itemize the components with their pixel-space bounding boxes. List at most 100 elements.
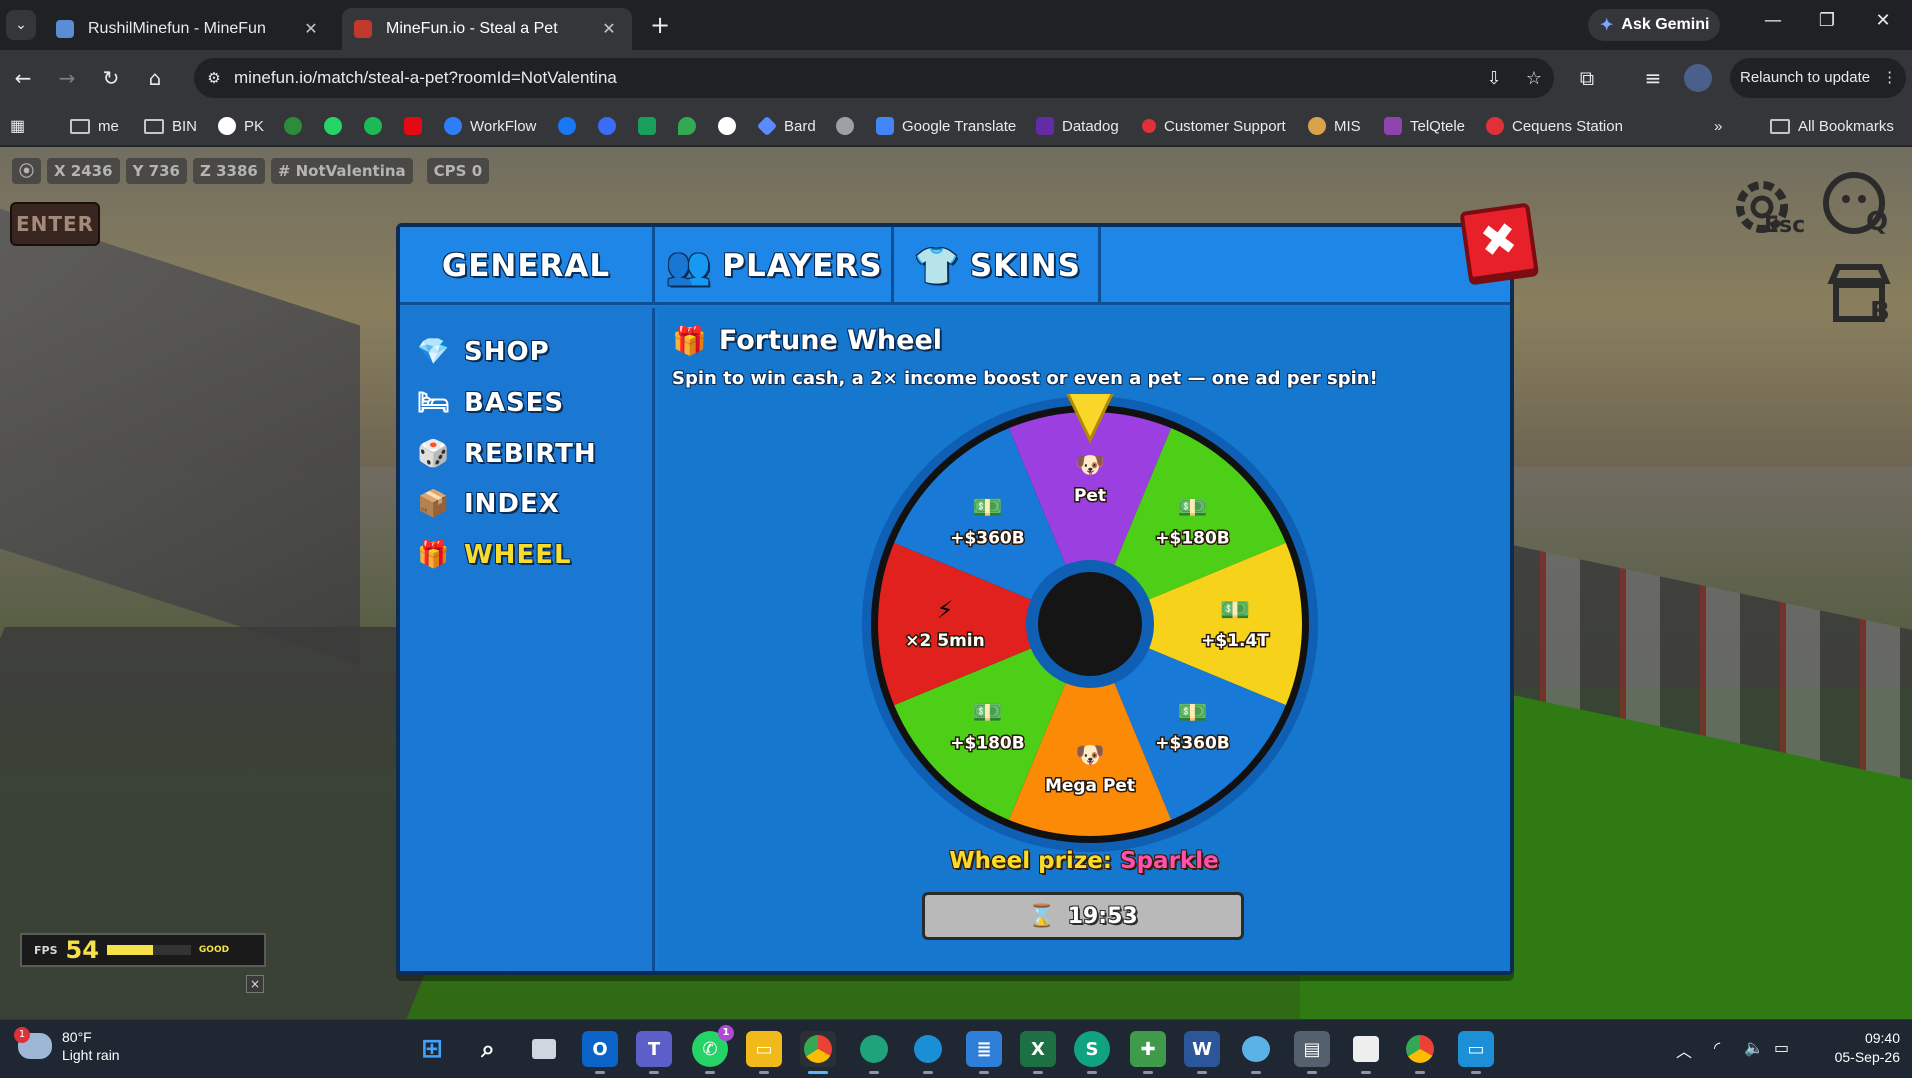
whatsapp-badge: 1: [718, 1025, 734, 1041]
bookmark-facebook[interactable]: [558, 114, 584, 138]
bookmark-leaf[interactable]: [284, 114, 310, 138]
word-app[interactable]: W: [1184, 1031, 1220, 1074]
tab-players[interactable]: 👥 PLAYERS: [658, 227, 894, 305]
bookmark-pk[interactable]: PK: [218, 114, 264, 138]
bookmark-telqtele[interactable]: TelQtele: [1384, 114, 1465, 138]
snipping-tool-app[interactable]: [1348, 1031, 1384, 1074]
file-explorer-app[interactable]: ▭: [746, 1031, 782, 1074]
chat-q-button[interactable]: Q: [1820, 169, 1894, 243]
edge-dev-app[interactable]: [910, 1031, 946, 1074]
weather-widget[interactable]: 1 80°F Light rain: [14, 1027, 120, 1064]
back-button[interactable]: ←: [8, 63, 38, 93]
modal-close-button[interactable]: ✖: [1459, 202, 1539, 282]
browser-tab-steal-a-pet[interactable]: MineFun.io - Steal a Pet ✕: [342, 8, 632, 50]
sidebar-item-shop[interactable]: 💎 SHOP: [417, 332, 550, 372]
calculator-icon: ▤: [1303, 1038, 1321, 1060]
fortune-wheel[interactable]: 🐶 Pet 💵 +$180B 💵 +$1.4T 💵 +$360B 🐶 Mega Pet 💵 +$180…: [860, 394, 1320, 854]
chrome-alt-app[interactable]: [1402, 1031, 1438, 1074]
bookmark-datadog[interactable]: Datadog: [1036, 114, 1119, 138]
sidebar-item-bases[interactable]: 🛏 BASES: [417, 383, 564, 423]
tab-close-icon[interactable]: ✕: [598, 19, 620, 39]
bookmark-netflix[interactable]: [404, 114, 430, 138]
s-app[interactable]: S: [1074, 1031, 1110, 1074]
outlook-app[interactable]: O: [582, 1031, 618, 1074]
bookmark-play[interactable]: [598, 114, 624, 138]
install-app-icon[interactable]: ⇩: [1474, 68, 1514, 89]
remote-desktop-app[interactable]: ▭: [1458, 1031, 1494, 1074]
bookmarks-overflow-button[interactable]: »: [1714, 114, 1722, 138]
tab-close-icon[interactable]: ✕: [300, 19, 322, 39]
bookmark-globe[interactable]: [836, 114, 862, 138]
home-button[interactable]: ⌂: [140, 63, 170, 93]
task-view-button[interactable]: [526, 1031, 562, 1067]
reload-button[interactable]: ↻: [96, 63, 126, 93]
bookmark-mis[interactable]: MIS: [1308, 114, 1361, 138]
bookmark-spotify[interactable]: [364, 114, 390, 138]
shop-b-button[interactable]: B: [1822, 257, 1896, 331]
tab-skins[interactable]: 👕 SKINS: [897, 227, 1101, 305]
tab-search-button[interactable]: ⌄: [6, 10, 36, 40]
bookmark-label: me: [98, 117, 119, 135]
close-window-button[interactable]: ✕: [1860, 10, 1906, 31]
bookmark-bin[interactable]: BIN: [144, 114, 197, 138]
start-button[interactable]: ⊞: [414, 1031, 450, 1067]
chrome-app[interactable]: [800, 1031, 836, 1074]
profile-avatar[interactable]: [1684, 64, 1712, 92]
minimize-window-button[interactable]: —: [1750, 10, 1796, 31]
teams-app[interactable]: T: [636, 1031, 672, 1074]
bookmark-me[interactable]: me: [70, 114, 119, 138]
volume-icon[interactable]: 🔈: [1744, 1038, 1764, 1057]
spin-timer-button[interactable]: ⌛ 19:53: [922, 892, 1244, 940]
bookmark-google-translate[interactable]: Google Translate: [876, 114, 1016, 138]
media-controls-button[interactable]: ≡: [1638, 63, 1668, 93]
relaunch-button[interactable]: Relaunch to update ⋮: [1730, 58, 1906, 98]
rain-cloud-icon: 1: [14, 1027, 52, 1059]
bookmark-whatsapp[interactable]: [324, 114, 350, 138]
bookmark-star-icon[interactable]: ☆: [1514, 68, 1554, 89]
tray-overflow-button[interactable]: ︿: [1676, 1038, 1692, 1062]
restore-window-button[interactable]: ❐: [1804, 10, 1850, 31]
ask-gemini-button[interactable]: ✦ Ask Gemini: [1588, 9, 1720, 41]
game-viewport[interactable]: ⦿ X 2436 Y 736 Z 3386 # NotValentina CPS…: [0, 147, 1912, 1019]
system-clock[interactable]: 09:40 05-Sep-26: [1820, 1029, 1900, 1067]
bookmark-customer-support[interactable]: Customer Support: [1142, 114, 1286, 138]
fps-bar-fill: [106, 945, 154, 955]
coord-x: X 2436: [47, 158, 120, 184]
sidebar-item-wheel[interactable]: 🎁 WHEEL: [417, 535, 572, 575]
excel-app[interactable]: X: [1020, 1031, 1056, 1074]
whatsapp-app[interactable]: ✆ 1: [692, 1025, 734, 1074]
bookmark-t[interactable]: [638, 114, 664, 138]
extensions-button[interactable]: ⧉: [1572, 63, 1602, 93]
bookmark-bard[interactable]: Bard: [756, 114, 816, 138]
bookmark-chatgpt[interactable]: [718, 114, 744, 138]
notepad-app[interactable]: ≣: [966, 1031, 1002, 1074]
fps-close-button[interactable]: ×: [246, 975, 264, 993]
puzzle-app[interactable]: ✚: [1130, 1031, 1166, 1074]
sidebar-item-index[interactable]: 📦 INDEX: [417, 484, 560, 524]
settings-esc-button[interactable]: Esc: [1730, 173, 1805, 247]
bookmark-label: TelQtele: [1410, 117, 1466, 135]
browser-tab-rushil[interactable]: RushilMinefun - MineFun ✕: [44, 8, 334, 50]
new-tab-button[interactable]: +: [646, 12, 674, 40]
tab-general[interactable]: GENERAL: [400, 227, 655, 305]
bookmark-workflow[interactable]: WorkFlow: [444, 114, 536, 138]
workflow-icon: [444, 117, 462, 135]
apps-grid-button[interactable]: ▦: [10, 114, 25, 138]
calculator-app[interactable]: ▤: [1294, 1031, 1330, 1074]
wifi-icon[interactable]: ◜: [1714, 1038, 1720, 1057]
bookmark-maps[interactable]: [678, 114, 704, 138]
address-bar[interactable]: ⚙ minefun.io/match/steal-a-pet?roomId=No…: [194, 58, 1554, 98]
enter-button[interactable]: ENTER: [10, 202, 100, 246]
all-bookmarks-button[interactable]: All Bookmarks: [1770, 114, 1894, 138]
edge-app[interactable]: [856, 1031, 892, 1074]
chrome-icon: [1406, 1035, 1434, 1063]
sidebar-item-rebirth[interactable]: 🎲 REBIRTH: [417, 434, 597, 474]
site-settings-icon[interactable]: ⚙: [194, 69, 234, 87]
forward-button[interactable]: →: [52, 63, 82, 93]
wheel-hub[interactable]: [1038, 572, 1142, 676]
paint-app[interactable]: [1238, 1031, 1274, 1074]
bookmark-cequens[interactable]: Cequens Station: [1486, 114, 1623, 138]
url-text[interactable]: minefun.io/match/steal-a-pet?roomId=NotV…: [234, 68, 1474, 88]
battery-icon[interactable]: ▭: [1774, 1038, 1789, 1057]
search-button[interactable]: ⌕: [470, 1031, 506, 1067]
